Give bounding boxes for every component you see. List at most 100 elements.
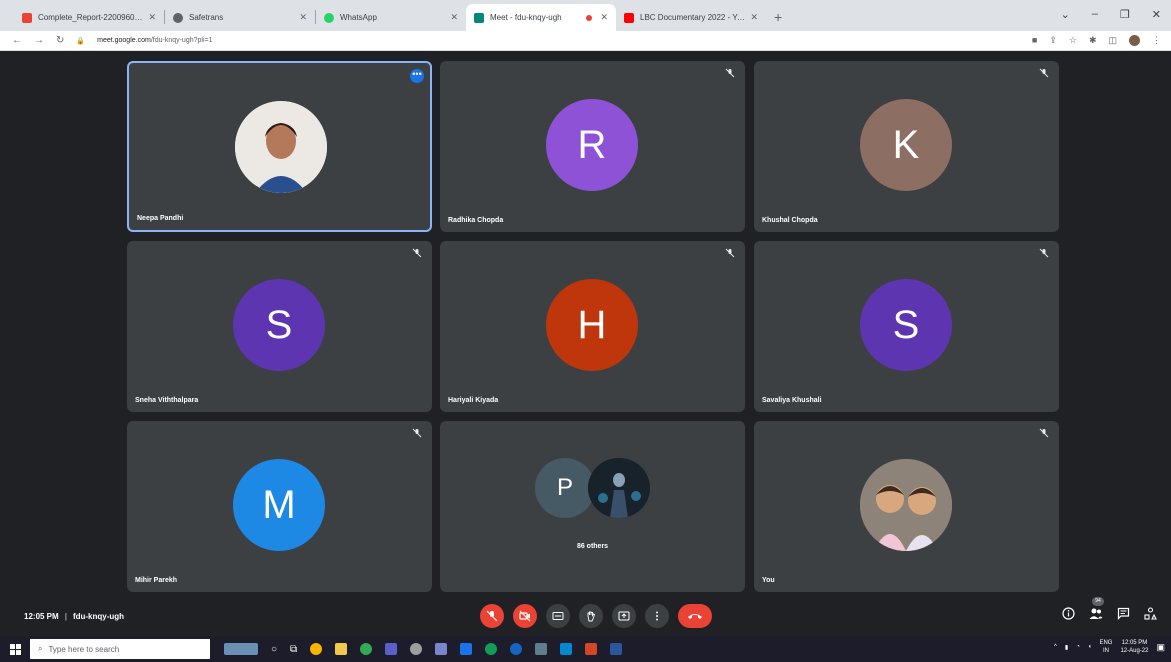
extensions-icon[interactable]: ✱ [1089,35,1097,46]
person-photo-icon [235,101,327,193]
close-window-button[interactable]: ✕ [1152,8,1161,21]
recording-dot-icon [586,14,593,21]
bookmark-star-icon[interactable]: ☆ [1069,35,1077,46]
participant-name: Sneha Viththalpara [135,397,199,404]
mic-off-icon [1039,428,1049,438]
more-vert-icon [656,611,658,621]
volume-icon[interactable]: ◖ [1088,644,1092,650]
browser-tab-report[interactable]: Complete_Report-22009600001 ✕ [14,4,164,31]
participant-tile-neepa[interactable]: ••• Neepa Pandhi [127,61,432,232]
participant-photo [588,458,650,518]
file-explorer-icon[interactable] [335,643,348,655]
minimize-button[interactable]: – [1092,8,1098,21]
task-view-icon[interactable]: ⧉ [290,644,297,655]
browser-tab-meet[interactable]: Meet - fdu-knqy-ugh ✕ [466,4,616,31]
taskbar-clock[interactable]: 12:05 PM 12-Aug-22 [1120,639,1148,655]
camera-toggle-button[interactable] [513,604,537,628]
more-options-icon[interactable]: ••• [410,69,424,83]
search-app-icon[interactable] [310,643,323,655]
chat-icon[interactable] [1117,607,1130,620]
activities-icon[interactable] [1144,607,1157,620]
participant-avatar: R [546,99,638,191]
pinned-apps: ○ ⧉ [224,643,623,655]
powerpoint-icon[interactable] [585,643,598,655]
widgets-icon[interactable] [224,643,258,655]
browser-tab-safetrans[interactable]: Safetrans ✕ [165,4,315,31]
edge-icon[interactable] [485,643,498,655]
mic-off-icon [1039,68,1049,78]
raise-hand-button[interactable] [579,604,603,628]
participant-tile-you[interactable]: You [754,421,1059,592]
meeting-time: 12:05 PM [24,612,59,621]
participant-name: Mihir Parekh [135,577,178,584]
browser-tab-youtube[interactable]: LBC Documentary 2022 - YouTub ✕ [616,4,766,31]
camera-icon[interactable]: ■ [1032,35,1037,46]
call-controls [480,604,712,628]
settings-app-icon[interactable] [410,643,423,655]
mic-off-icon [412,248,422,258]
restore-button[interactable]: ❐ [1120,8,1130,21]
people-icon[interactable] [1089,607,1103,620]
chrome-icon[interactable] [360,643,373,655]
participant-name: Radhika Chopda [448,217,504,224]
hand-icon [587,611,596,622]
battery-icon[interactable]: ▮ [1065,644,1068,651]
profile-avatar[interactable] [1129,35,1140,46]
participant-tile-radhika[interactable]: R Radhika Chopda [440,61,745,232]
window-controls: ⌄ – ❐ ✕ [1061,8,1161,21]
url-field[interactable]: meet.google.com/fdu-knqy-ugh?pli=1 [97,37,212,44]
word-icon[interactable] [610,643,623,655]
close-icon[interactable]: ✕ [148,12,156,23]
captions-button[interactable] [546,604,570,628]
tab-search-icon[interactable]: ⌄ [1061,8,1070,21]
participant-tile-others[interactable]: P 86 others [440,421,745,592]
browser-tab-whatsapp[interactable]: WhatsApp ✕ [316,4,466,31]
clock-time: 12:05 PM [1121,640,1148,646]
notification-icon[interactable]: ▣ [1156,642,1165,653]
present-screen-button[interactable] [612,604,636,628]
calculator-icon[interactable] [535,643,548,655]
system-tray: ^ ▮ ◔ ◖ ENG IN 12:05 PM 12-Aug-22 ▣ [1054,639,1165,655]
participant-photo [235,101,327,193]
captions-icon [552,612,564,620]
mic-toggle-button[interactable] [480,604,504,628]
participant-tile-hariyali[interactable]: H Hariyali Kiyada [440,241,745,412]
close-icon[interactable]: ✕ [299,12,307,23]
close-icon[interactable]: ✕ [600,12,608,23]
participant-tile-savaliya[interactable]: S Savaliya Khushali [754,241,1059,412]
close-icon[interactable]: ✕ [750,12,758,23]
photos-icon[interactable] [560,643,573,655]
mail-icon[interactable] [460,643,473,655]
globe-icon [173,12,183,23]
participant-tile-mihir[interactable]: M Mihir Parekh [127,421,432,592]
reload-icon[interactable]: ↻ [56,35,64,46]
network-icon[interactable]: ◔ [1076,644,1080,650]
lock-icon[interactable]: 🔒 [76,37,85,45]
teams-icon[interactable] [385,643,398,655]
browser-icon[interactable] [510,643,523,655]
forward-icon[interactable]: → [34,35,44,46]
cortana-icon[interactable]: ○ [271,644,277,655]
close-icon[interactable]: ✕ [450,12,458,23]
chrome-menu-icon[interactable]: ⋮ [1152,35,1161,46]
chevron-up-icon[interactable]: ^ [1054,644,1057,650]
back-icon[interactable]: ← [12,35,22,46]
participant-name: Neepa Pandhi [137,215,184,222]
participant-avatar: H [546,279,638,371]
app-icon[interactable] [435,643,448,655]
more-options-button[interactable] [645,604,669,628]
language-indicator[interactable]: ENG IN [1099,639,1112,655]
mic-off-icon [1039,248,1049,258]
new-tab-button[interactable]: + [774,9,782,25]
meet-control-bar: 12:05 PM | fdu-knqy-ugh 94 [0,595,1171,636]
share-icon[interactable]: ⇪ [1049,35,1057,46]
taskbar-search-input[interactable]: ⌕ Type here to search [30,639,210,659]
start-button[interactable] [0,643,30,655]
participant-tile-sneha[interactable]: S Sneha Viththalpara [127,241,432,412]
sidebar-icon[interactable]: ◫ [1108,35,1117,46]
game-character-icon [588,458,650,518]
participant-tile-khushal[interactable]: K Khushal Chopda [754,61,1059,232]
info-icon[interactable] [1062,607,1075,620]
search-placeholder: Type here to search [48,644,120,654]
leave-call-button[interactable] [678,604,712,628]
